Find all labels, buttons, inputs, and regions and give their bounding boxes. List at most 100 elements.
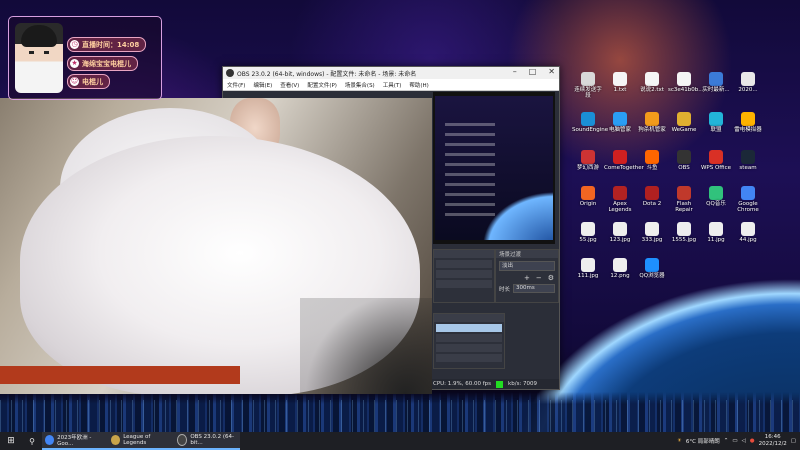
desktop-icon[interactable]: 12.png — [604, 258, 636, 279]
gear-icon[interactable]: ⚙ — [548, 274, 554, 282]
taskbar-item-label: 2023年欧洲 - Goo... — [57, 435, 92, 447]
desktop-icon[interactable]: WPS Office — [700, 150, 732, 171]
taskbar: ⊞ ⚲ 2023年欧洲 - Goo... League of Legends O… — [0, 432, 800, 450]
desktop-icon[interactable]: QQ浏览器 — [636, 258, 668, 279]
desktop-icon[interactable]: 联盟 — [700, 112, 732, 133]
desktop-icon-label: 123.jpg — [609, 237, 631, 243]
menu-profile[interactable]: 配置文件(P) — [307, 81, 337, 89]
avatar-hair — [21, 25, 57, 47]
desktop-icon[interactable]: sc3e41b0b... — [668, 72, 704, 93]
desktop-icon-label: Flash Repair — [675, 201, 693, 213]
desktop-icon[interactable]: WeGame — [668, 112, 700, 133]
tray-app-icon[interactable]: ● — [750, 438, 755, 444]
taskbar-item-lol[interactable]: League of Legends — [108, 432, 174, 450]
transition-select[interactable]: 淡出 — [499, 261, 555, 271]
transitions-header: 场景过渡 — [496, 250, 558, 258]
desktop-icon-glyph — [677, 112, 691, 126]
mixer-row[interactable] — [436, 270, 492, 278]
desktop-icon[interactable]: 梦幻西游 — [572, 150, 604, 171]
taskbar-item-obs[interactable]: OBS 23.0.2 (64-bit... — [174, 432, 240, 450]
taskbar-item-label: League of Legends — [123, 434, 151, 446]
desktop-icon[interactable]: 1555.jpg — [668, 222, 700, 243]
desktop-icon-label: 2020... — [738, 87, 758, 93]
desktop-icon[interactable]: 狗杀机管家 — [636, 112, 668, 133]
desktop-icon-label: SoundEngine — [572, 127, 609, 133]
desktop-icon[interactable]: ComeTogether — [604, 150, 644, 171]
desktop-icon[interactable]: Flash Repair — [668, 186, 700, 213]
desktop-icon-label: QQ浏览器 — [639, 273, 665, 279]
desktop-icon[interactable]: 斗鱼 — [636, 150, 668, 171]
avatar — [15, 23, 63, 93]
desktop-icon[interactable]: 123.jpg — [604, 222, 636, 243]
desktop-icon-label: ComeTogether — [604, 165, 644, 171]
desktop-icon[interactable]: 333.jpg — [636, 222, 668, 243]
desktop-icon-glyph — [709, 72, 723, 86]
desktop-icon[interactable]: 电脑管家 — [604, 112, 636, 133]
desktop-icon[interactable]: 44.jpg — [732, 222, 764, 243]
desktop-icon[interactable]: 雷电模拟器 — [732, 112, 764, 133]
menu-edit[interactable]: 编辑(E) — [253, 81, 272, 89]
menu-scene-collection[interactable]: 场景集合(S) — [345, 81, 375, 89]
source-item[interactable] — [436, 344, 502, 352]
tray-arrow-icon[interactable]: ⌃ — [724, 438, 729, 444]
audio-mixer-panel — [433, 249, 495, 303]
desktop-icon-glyph — [645, 186, 659, 200]
overlay-name-text: 海绵宝宝电棍儿 — [82, 59, 131, 68]
desktop-icon-glyph — [741, 222, 755, 236]
maximize-icon[interactable]: □ — [529, 67, 537, 76]
mixer-row[interactable] — [436, 260, 492, 268]
desktop-icon[interactable]: Google Chrome — [732, 186, 764, 213]
menu-help[interactable]: 帮助(H) — [409, 81, 428, 89]
search-button[interactable]: ⚲ — [22, 432, 42, 450]
start-button[interactable]: ⊞ — [0, 432, 22, 450]
desktop-icon[interactable]: 说说2.txt — [636, 72, 668, 93]
clock-time: 16:46 — [764, 434, 781, 440]
notification-icon[interactable]: ▢ — [791, 438, 796, 444]
desktop-icon[interactable]: 1.txt — [604, 72, 636, 93]
desktop-icon[interactable]: Dota 2 — [636, 186, 668, 207]
taskbar-item-chrome[interactable]: 2023年欧洲 - Goo... — [42, 432, 108, 450]
source-item[interactable] — [436, 334, 502, 342]
desktop-icon[interactable]: Apex Legends — [604, 186, 636, 213]
minimize-icon[interactable]: – — [513, 67, 517, 76]
remove-transition-icon[interactable]: − — [536, 274, 542, 282]
desktop-icon-glyph — [581, 150, 595, 164]
mixer-row[interactable] — [436, 280, 492, 288]
obs-preview[interactable] — [433, 92, 555, 244]
desktop-icon[interactable]: 55.jpg — [572, 222, 604, 243]
desktop-icon[interactable]: 2020... — [732, 72, 764, 93]
webcam-shadow — [300, 298, 432, 394]
menu-file[interactable]: 文件(F) — [227, 81, 245, 89]
chrome-icon — [45, 435, 55, 445]
desktop-icon[interactable]: steam — [732, 150, 764, 171]
menu-view[interactable]: 查看(V) — [280, 81, 299, 89]
obs-titlebar[interactable]: OBS 23.0.2 (64-bit, windows) - 配置文件: 未命名… — [223, 67, 559, 79]
desktop-icon[interactable]: QQ音乐 — [700, 186, 732, 207]
desktop-icon[interactable]: 111.jpg — [572, 258, 604, 279]
streamer-overlay: ◷ 直播时间：14:08 ★ 海绵宝宝电棍儿 ☺ 电棍儿 — [8, 16, 162, 100]
add-transition-icon[interactable]: + — [524, 274, 530, 282]
person-icon: ☺ — [70, 77, 79, 86]
clock[interactable]: 16:46 2022/12/2 — [759, 434, 787, 448]
source-item-selected[interactable] — [436, 324, 502, 332]
menu-tools[interactable]: 工具(T) — [383, 81, 402, 89]
close-icon[interactable]: ✕ — [548, 67, 555, 76]
desktop-icon[interactable]: OBS — [668, 150, 700, 171]
desktop-icon[interactable]: 11.jpg — [700, 222, 732, 243]
desktop-icon-label: sc3e41b0b... — [668, 87, 704, 93]
desktop-icon-glyph — [645, 222, 659, 236]
network-icon[interactable]: ▭ — [732, 438, 737, 444]
desktop-icon[interactable]: 实时最新... — [700, 72, 732, 93]
source-item[interactable] — [436, 354, 502, 362]
weather-text[interactable]: 6°C 局部晴朗 — [686, 437, 720, 445]
desktop-icon-label: 连续发送字段 — [574, 87, 602, 99]
volume-icon[interactable]: ◁ — [742, 438, 746, 444]
desktop-icon-label: WeGame — [671, 127, 697, 133]
overlay-nick-text: 电棍儿 — [82, 77, 103, 86]
desktop-icon[interactable]: Origin — [572, 186, 604, 207]
duration-input[interactable]: 300ms — [513, 284, 555, 293]
desktop-icon[interactable]: SoundEngine — [572, 112, 609, 133]
cpu-status: CPU: 1.9%, 60.00 fps — [433, 381, 492, 387]
desktop-icon[interactable]: 连续发送字段 — [572, 72, 604, 99]
mixer-header — [434, 250, 494, 258]
